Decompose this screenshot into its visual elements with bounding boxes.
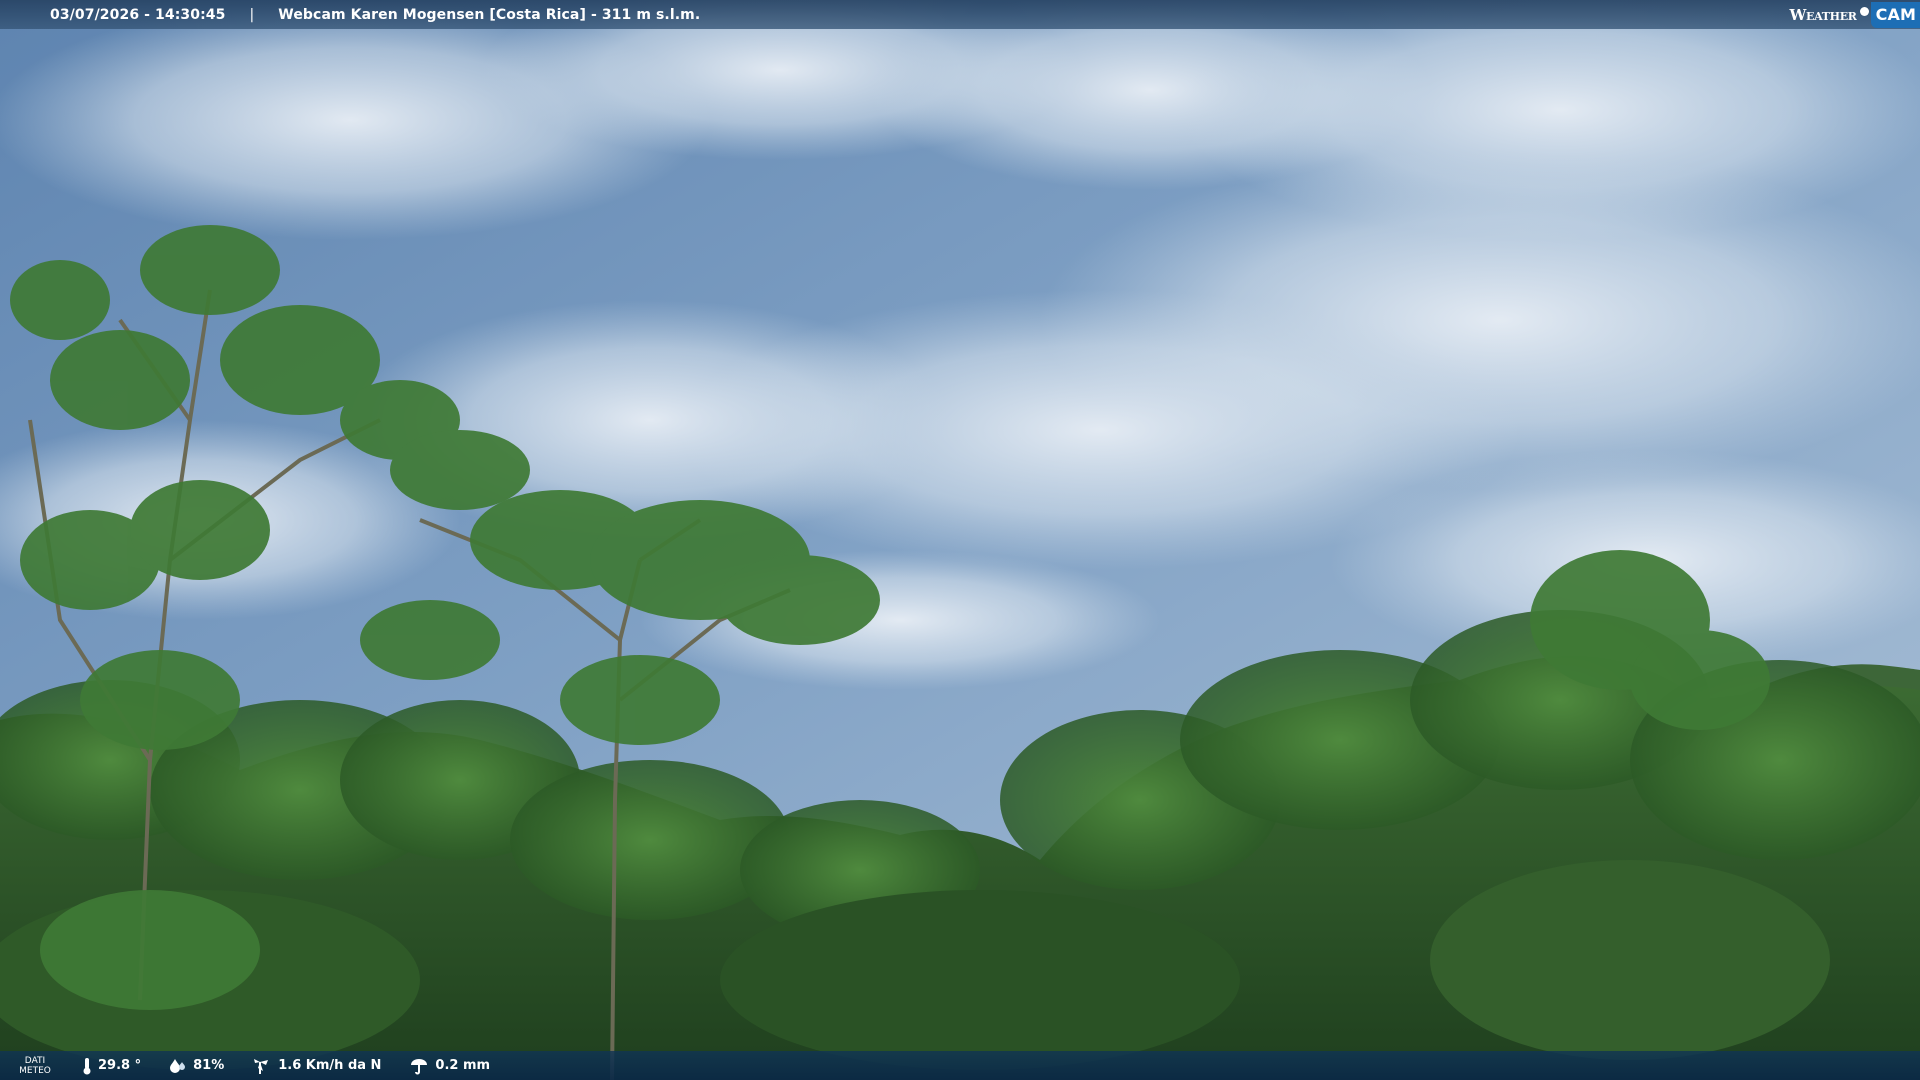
wind-icon bbox=[254, 1058, 269, 1074]
logo-weather-text: Weather bbox=[1789, 5, 1857, 24]
header-bar: 03/07/2026 - 14:30:45 | Webcam Karen Mog… bbox=[0, 0, 1920, 29]
humidity-value: 81% bbox=[193, 1058, 225, 1073]
datetime: 03/07/2026 - 14:30:45 bbox=[50, 6, 226, 23]
logo-dot-icon bbox=[1859, 7, 1869, 16]
temperature-reading: 29.8 ° bbox=[82, 1057, 141, 1075]
logo-cam-text: CAM bbox=[1870, 1, 1920, 28]
humidity-reading: 81% bbox=[169, 1058, 224, 1074]
webcam-title: Webcam Karen Mogensen [Costa Rica] - 311… bbox=[278, 6, 701, 23]
humidity-icon bbox=[170, 1058, 186, 1073]
temperature-value: 29.8 ° bbox=[98, 1058, 142, 1073]
meteo-label: DATI METEO bbox=[19, 1055, 51, 1076]
thermometer-icon bbox=[83, 1057, 91, 1074]
webcam-image bbox=[0, 0, 1920, 1080]
wind-value: 1.6 Km/h da N bbox=[278, 1058, 382, 1073]
weathercam-logo[interactable]: Weather CAM bbox=[1789, 0, 1920, 29]
rain-icon bbox=[411, 1058, 428, 1074]
meteo-bar: DATI METEO 29.8 ° 81% 1.6 Km/h da N 0.2 … bbox=[0, 1051, 1920, 1080]
rain-value: 0.2 mm bbox=[435, 1058, 491, 1073]
webcam-frame: 03/07/2026 - 14:30:45 | Webcam Karen Mog… bbox=[0, 0, 1920, 1080]
header-separator: | bbox=[249, 6, 255, 23]
wind-reading: 1.6 Km/h da N bbox=[252, 1057, 381, 1075]
rain-reading: 0.2 mm bbox=[409, 1057, 490, 1075]
